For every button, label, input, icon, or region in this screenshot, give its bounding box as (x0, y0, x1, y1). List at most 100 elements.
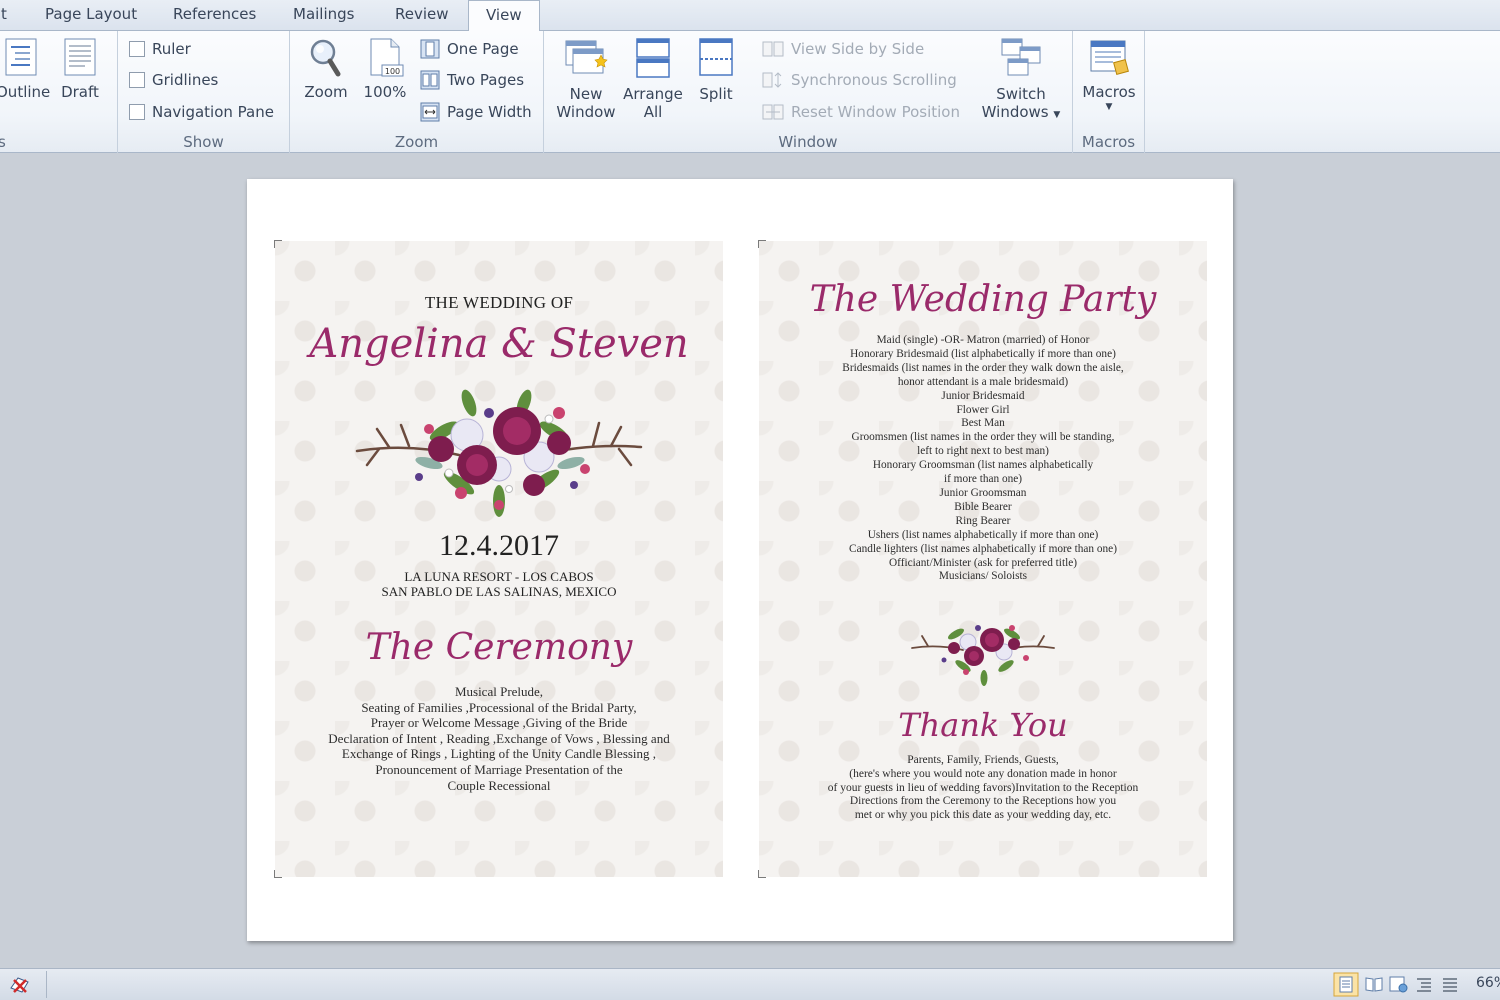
synchronous-scrolling-button[interactable]: Synchronous Scrolling (762, 68, 957, 92)
program-front-panel[interactable]: THE WEDDING OF Angelina & Steven 12.4.20… (275, 241, 723, 877)
party-line: Honorary Groomsman (list names alphabeti… (872, 459, 1094, 472)
web-layout-view-icon[interactable] (1388, 974, 1408, 994)
split-button[interactable]: Split (690, 37, 742, 103)
one-page-icon (420, 39, 440, 59)
ribbon-tab-bar: t Page Layout References Mailings Review… (0, 0, 1500, 32)
tab-mailings[interactable]: Mailings (285, 0, 362, 31)
switch-windows-label-2: Windows ▼ (978, 103, 1064, 124)
outline-label: Outline (0, 83, 51, 101)
document-workspace[interactable]: THE WEDDING OF Angelina & Steven 12.4.20… (0, 154, 1500, 968)
draft-button[interactable]: Draft (58, 37, 102, 101)
floral-bouquet-image (355, 389, 643, 517)
tab-file-partial[interactable]: t (0, 0, 15, 31)
switch-windows-label-1: Switch (996, 85, 1046, 103)
navigation-pane-checkbox-box[interactable] (129, 104, 145, 120)
dropdown-arrow-icon: ▼ (1053, 110, 1061, 120)
one-page-label: One Page (447, 40, 519, 58)
show-group-label: Show (183, 133, 224, 151)
macros-label: Macros (1082, 83, 1136, 101)
wedding-party-list: Maid (single) -OR- Matron (married) of H… (759, 334, 1207, 584)
venue-address: LA LUNA RESORT - LOS CABOS SAN PABLO DE … (275, 569, 723, 599)
party-line: Bible Bearer (954, 500, 1012, 513)
new-window-button[interactable]: New Window (552, 37, 620, 121)
ceremony-order: Musical Prelude, Seating of Families ,Pr… (275, 684, 723, 793)
zoom-level-indicator[interactable]: 66% (1476, 975, 1500, 991)
wedding-of-heading: THE WEDDING OF (424, 293, 574, 312)
party-line: Groomsmen (list names in the order they … (851, 431, 1115, 444)
ceremony-line: Exchange of Rings , Lighting of the Unit… (341, 746, 657, 762)
tab-view[interactable]: View (468, 0, 540, 32)
new-window-icon (565, 40, 608, 74)
switch-windows-button[interactable]: Switch Windows ▼ (978, 37, 1064, 124)
one-page-button[interactable]: One Page (420, 37, 519, 61)
ceremony-heading: The Ceremony (365, 627, 633, 668)
outline-button[interactable]: Outline (0, 37, 51, 101)
window-group-label: Window (778, 133, 838, 151)
wedding-date: 12.4.2017 (439, 529, 559, 562)
tab-page-layout[interactable]: Page Layout (37, 0, 145, 31)
gridlines-checkbox[interactable]: Gridlines (129, 68, 218, 92)
group-window: New Window Arrange All Split View Side b… (544, 31, 1073, 153)
ceremony-line: Musical Prelude, (454, 684, 544, 699)
group-macros: Macros ▼ Macros (1073, 31, 1145, 153)
reset-window-position-button[interactable]: Reset Window Position (762, 100, 960, 124)
party-line: Candle lighters (list names alphabetical… (849, 542, 1117, 555)
party-line: Bridesmaids (list names in the order the… (842, 361, 1124, 374)
navigation-pane-checkbox[interactable]: Navigation Pane (129, 100, 274, 124)
macros-icon (1090, 40, 1129, 75)
view-side-by-side-label: View Side by Side (791, 40, 925, 58)
group-zoom: Zoom 100 100% One Page Two Pages Page Wi… (290, 31, 544, 153)
full-screen-reading-view-icon[interactable] (1364, 974, 1384, 994)
zoom-button[interactable]: Zoom (302, 37, 350, 101)
party-line: Junior Groomsman (939, 486, 1027, 499)
navigation-pane-label: Navigation Pane (152, 103, 274, 121)
page-width-icon (420, 102, 440, 122)
ceremony-line: Prayer or Welcome Message ,Giving of the… (370, 715, 628, 731)
zoom-group-label: Zoom (394, 133, 439, 151)
party-line: left to right next to best man) (917, 445, 1049, 458)
arrange-all-button[interactable]: Arrange All (620, 37, 686, 121)
document-page[interactable]: THE WEDDING OF Angelina & Steven 12.4.20… (247, 179, 1233, 941)
arrange-all-label-1: Arrange (623, 85, 683, 103)
draft-view-status-icon[interactable] (1440, 974, 1460, 994)
reset-window-position-label: Reset Window Position (791, 103, 960, 121)
party-line: Ushers (list names alphabetically if mor… (867, 528, 1099, 541)
new-window-label-1: New (569, 85, 603, 103)
ribbon: Outline Draft s Ruler Gridlines Navigati… (0, 31, 1500, 153)
new-window-label-2: Window (556, 103, 616, 121)
print-layout-view-icon[interactable] (1333, 972, 1359, 997)
party-line: Maid (single) -OR- Matron (married) of H… (876, 334, 1090, 346)
two-pages-button[interactable]: Two Pages (420, 68, 524, 92)
ceremony-line: Declaration of Intent , Reading ,Exchang… (328, 730, 670, 746)
zoom-100-button[interactable]: 100 100% (362, 37, 408, 101)
tab-references[interactable]: References (165, 0, 264, 31)
small-floral-image (911, 625, 1055, 687)
ruler-checkbox[interactable]: Ruler (129, 37, 191, 61)
party-line: Best Man (961, 417, 1005, 430)
draft-view-icon (64, 38, 96, 76)
party-line: if more than one) (943, 473, 1023, 486)
view-side-by-side-button[interactable]: View Side by Side (762, 37, 924, 61)
thank-you-heading: Thank You (898, 706, 1068, 745)
tab-review[interactable]: Review (387, 0, 457, 31)
two-pages-label: Two Pages (447, 71, 525, 89)
outline-view-status-icon[interactable] (1414, 974, 1434, 994)
two-pages-icon (420, 70, 440, 90)
zoom-100-icon: 100 (370, 38, 404, 77)
zoom-100-badge: 100 (385, 67, 400, 76)
split-label: Split (699, 85, 733, 103)
proofing-errors-icon[interactable] (8, 974, 34, 996)
thank-you-message: Parents, Family, Friends, Guests, (here'… (759, 754, 1207, 822)
status-divider (46, 971, 47, 998)
program-inside-panel[interactable]: The Wedding Party Maid (single) -OR- Mat… (759, 241, 1207, 877)
macros-button[interactable]: Macros ▼ (1079, 37, 1139, 113)
page-width-button[interactable]: Page Width (420, 100, 532, 124)
gridlines-checkbox-box[interactable] (129, 72, 145, 88)
macros-dropdown-icon[interactable]: ▼ (1079, 101, 1139, 113)
group-document-views: Outline Draft s (0, 31, 118, 153)
outline-view-icon (5, 38, 37, 76)
ruler-checkbox-box[interactable] (129, 41, 145, 57)
synchronous-scrolling-label: Synchronous Scrolling (791, 71, 957, 89)
party-line: Ring Bearer (955, 514, 1011, 527)
zoom-100-label: 100% (363, 83, 407, 101)
